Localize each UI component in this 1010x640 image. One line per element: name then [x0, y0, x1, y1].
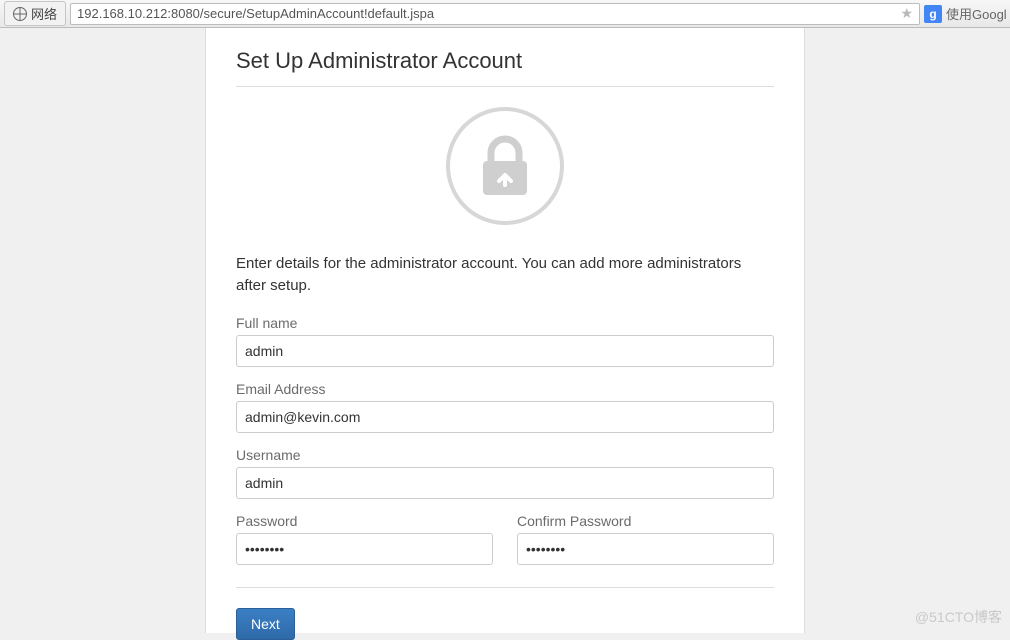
email-label: Email Address [236, 381, 774, 397]
network-label: 网络 [31, 4, 57, 23]
globe-icon [13, 7, 27, 21]
page-title: Set Up Administrator Account [236, 48, 774, 74]
search-hint: 使用Googl [946, 4, 1006, 23]
field-fullname: Full name [236, 315, 774, 367]
fullname-input[interactable] [236, 335, 774, 367]
password-input[interactable] [236, 533, 493, 565]
field-password: Password [236, 513, 493, 565]
password-row: Password Confirm Password [236, 513, 774, 579]
lock-icon [478, 135, 532, 197]
username-input[interactable] [236, 467, 774, 499]
divider-bottom [236, 587, 774, 588]
page-description: Enter details for the administrator acco… [236, 253, 774, 297]
next-button[interactable]: Next [236, 608, 295, 640]
watermark: @51CTO博客 [915, 607, 1002, 627]
email-input[interactable] [236, 401, 774, 433]
field-email: Email Address [236, 381, 774, 433]
username-label: Username [236, 447, 774, 463]
password-label: Password [236, 513, 493, 529]
address-bar[interactable]: 192.168.10.212:8080/secure/SetupAdminAcc… [70, 3, 920, 25]
field-username: Username [236, 447, 774, 499]
main-panel: Set Up Administrator Account Enter detai… [205, 28, 805, 633]
fullname-label: Full name [236, 315, 774, 331]
confirm-password-label: Confirm Password [517, 513, 774, 529]
google-search-icon[interactable]: g [924, 5, 942, 23]
bookmark-star-icon[interactable]: ★ [900, 5, 913, 22]
url-text: 192.168.10.212:8080/secure/SetupAdminAcc… [77, 6, 434, 21]
page-body: Set Up Administrator Account Enter detai… [0, 28, 1010, 633]
network-button[interactable]: 网络 [4, 1, 66, 26]
divider [236, 86, 774, 87]
browser-toolbar: 网络 192.168.10.212:8080/secure/SetupAdmin… [0, 0, 1010, 28]
lock-circle-icon [446, 107, 564, 225]
confirm-password-input[interactable] [517, 533, 774, 565]
hero-illustration [236, 107, 774, 225]
field-confirm-password: Confirm Password [517, 513, 774, 565]
